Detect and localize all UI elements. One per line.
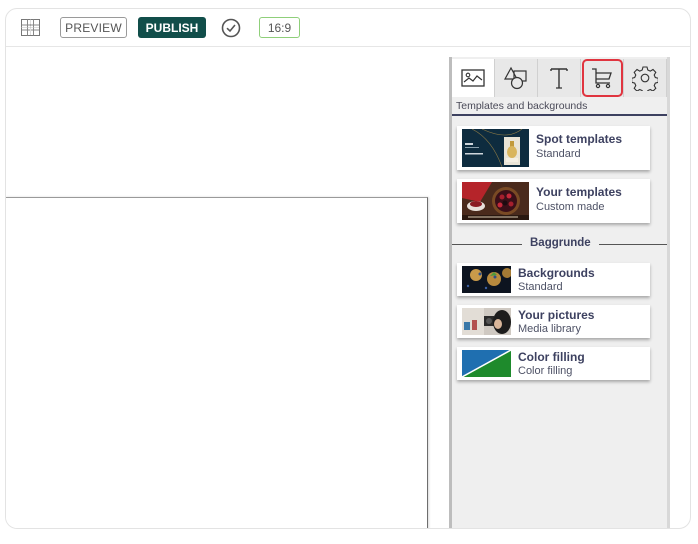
- gear-icon: [632, 66, 658, 91]
- tab-shapes[interactable]: [495, 59, 538, 97]
- card-title: Spot templates: [536, 132, 623, 146]
- design-canvas[interactable]: [6, 197, 428, 528]
- side-panel: Templates and backgrounds Spot templates…: [449, 57, 670, 528]
- card-subtitle: Standard: [536, 148, 581, 160]
- card-title: Your templates: [536, 185, 622, 199]
- divider-line: [452, 244, 522, 245]
- color-filling-thumbnail: [462, 350, 511, 377]
- card-subtitle: Custom made: [536, 201, 605, 213]
- card-color-filling[interactable]: Color filling Color filling: [457, 347, 650, 380]
- card-subtitle: Color filling: [518, 365, 573, 377]
- divider-line: [599, 244, 667, 245]
- publish-button[interactable]: PUBLISH: [138, 17, 206, 38]
- card-your-pictures[interactable]: Your pictures Media library: [457, 305, 650, 338]
- card-title: Color filling: [518, 350, 585, 364]
- text-icon: [550, 68, 568, 89]
- backgrounds-thumbnail: [462, 266, 511, 293]
- card-spot-templates[interactable]: Spot templates Standard: [457, 126, 650, 170]
- grid-icon[interactable]: [21, 19, 40, 36]
- tab-text[interactable]: [538, 59, 581, 97]
- tab-shop[interactable]: [581, 59, 624, 97]
- card-subtitle: Standard: [518, 281, 563, 293]
- shapes-icon: [503, 66, 527, 90]
- tab-settings[interactable]: [624, 59, 667, 97]
- preview-button[interactable]: PREVIEW: [60, 17, 127, 38]
- your-pictures-thumbnail: [462, 308, 511, 335]
- card-subtitle: Media library: [518, 323, 581, 335]
- toolbar: PREVIEW PUBLISH 16:9: [6, 9, 690, 47]
- image-icon: [461, 69, 485, 87]
- check-circle-icon[interactable]: [220, 17, 242, 39]
- cart-icon: [592, 68, 612, 89]
- card-title: Backgrounds: [518, 266, 595, 280]
- section-label: Baggrunde: [530, 237, 591, 249]
- your-templates-thumbnail: [462, 182, 529, 220]
- tab-images[interactable]: [452, 59, 495, 97]
- panel-tabs: [452, 59, 667, 97]
- aspect-ratio-button[interactable]: 16:9: [259, 17, 300, 38]
- card-backgrounds[interactable]: Backgrounds Standard: [457, 263, 650, 296]
- panel-caption: Templates and backgrounds: [456, 100, 588, 112]
- section-divider: Baggrunde: [452, 237, 667, 251]
- spot-templates-thumbnail: [462, 129, 529, 167]
- caption-underline: [452, 114, 667, 116]
- card-title: Your pictures: [518, 308, 595, 322]
- card-your-templates[interactable]: Your templates Custom made: [457, 179, 650, 223]
- editor-window: PREVIEW PUBLISH 16:9 Templates and backg…: [5, 8, 691, 529]
